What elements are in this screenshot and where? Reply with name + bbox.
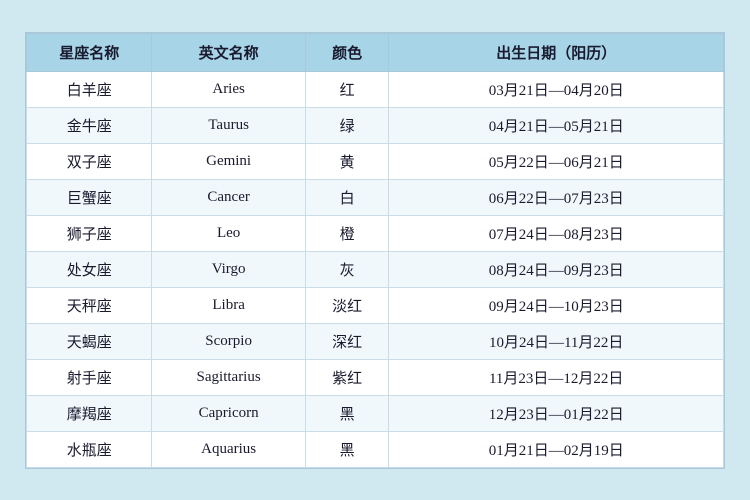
table-header-row: 星座名称 英文名称 颜色 出生日期（阳历） xyxy=(27,33,724,71)
cell-cn: 射手座 xyxy=(27,359,152,395)
table-row: 金牛座Taurus绿04月21日—05月21日 xyxy=(27,107,724,143)
cell-en: Aries xyxy=(152,71,305,107)
header-color: 颜色 xyxy=(305,33,389,71)
cell-en: Virgo xyxy=(152,251,305,287)
cell-date: 06月22日—07月23日 xyxy=(389,179,724,215)
cell-color: 白 xyxy=(305,179,389,215)
cell-color: 紫红 xyxy=(305,359,389,395)
cell-en: Taurus xyxy=(152,107,305,143)
cell-color: 淡红 xyxy=(305,287,389,323)
cell-color: 灰 xyxy=(305,251,389,287)
cell-date: 12月23日—01月22日 xyxy=(389,395,724,431)
cell-date: 11月23日—12月22日 xyxy=(389,359,724,395)
cell-date: 03月21日—04月20日 xyxy=(389,71,724,107)
cell-cn: 水瓶座 xyxy=(27,431,152,467)
cell-en: Libra xyxy=(152,287,305,323)
cell-cn: 狮子座 xyxy=(27,215,152,251)
cell-en: Scorpio xyxy=(152,323,305,359)
cell-color: 绿 xyxy=(305,107,389,143)
cell-en: Capricorn xyxy=(152,395,305,431)
cell-cn: 金牛座 xyxy=(27,107,152,143)
table-row: 天蝎座Scorpio深红10月24日—11月22日 xyxy=(27,323,724,359)
cell-en: Gemini xyxy=(152,143,305,179)
cell-color: 黄 xyxy=(305,143,389,179)
cell-color: 黑 xyxy=(305,431,389,467)
cell-cn: 白羊座 xyxy=(27,71,152,107)
table-row: 处女座Virgo灰08月24日—09月23日 xyxy=(27,251,724,287)
table-row: 狮子座Leo橙07月24日—08月23日 xyxy=(27,215,724,251)
cell-cn: 天秤座 xyxy=(27,287,152,323)
cell-date: 01月21日—02月19日 xyxy=(389,431,724,467)
zodiac-table: 星座名称 英文名称 颜色 出生日期（阳历） 白羊座Aries红03月21日—04… xyxy=(26,33,724,468)
cell-en: Leo xyxy=(152,215,305,251)
table-row: 双子座Gemini黄05月22日—06月21日 xyxy=(27,143,724,179)
header-en: 英文名称 xyxy=(152,33,305,71)
cell-cn: 巨蟹座 xyxy=(27,179,152,215)
cell-cn: 摩羯座 xyxy=(27,395,152,431)
header-cn: 星座名称 xyxy=(27,33,152,71)
cell-cn: 处女座 xyxy=(27,251,152,287)
table-row: 白羊座Aries红03月21日—04月20日 xyxy=(27,71,724,107)
cell-color: 深红 xyxy=(305,323,389,359)
cell-date: 07月24日—08月23日 xyxy=(389,215,724,251)
zodiac-table-wrapper: 星座名称 英文名称 颜色 出生日期（阳历） 白羊座Aries红03月21日—04… xyxy=(25,32,725,469)
cell-en: Cancer xyxy=(152,179,305,215)
table-row: 射手座Sagittarius紫红11月23日—12月22日 xyxy=(27,359,724,395)
cell-en: Aquarius xyxy=(152,431,305,467)
cell-color: 红 xyxy=(305,71,389,107)
cell-color: 橙 xyxy=(305,215,389,251)
header-date: 出生日期（阳历） xyxy=(389,33,724,71)
table-row: 摩羯座Capricorn黑12月23日—01月22日 xyxy=(27,395,724,431)
cell-date: 05月22日—06月21日 xyxy=(389,143,724,179)
cell-date: 10月24日—11月22日 xyxy=(389,323,724,359)
cell-color: 黑 xyxy=(305,395,389,431)
cell-date: 09月24日—10月23日 xyxy=(389,287,724,323)
cell-en: Sagittarius xyxy=(152,359,305,395)
cell-date: 08月24日—09月23日 xyxy=(389,251,724,287)
table-row: 水瓶座Aquarius黑01月21日—02月19日 xyxy=(27,431,724,467)
cell-date: 04月21日—05月21日 xyxy=(389,107,724,143)
table-row: 巨蟹座Cancer白06月22日—07月23日 xyxy=(27,179,724,215)
table-row: 天秤座Libra淡红09月24日—10月23日 xyxy=(27,287,724,323)
cell-cn: 双子座 xyxy=(27,143,152,179)
cell-cn: 天蝎座 xyxy=(27,323,152,359)
